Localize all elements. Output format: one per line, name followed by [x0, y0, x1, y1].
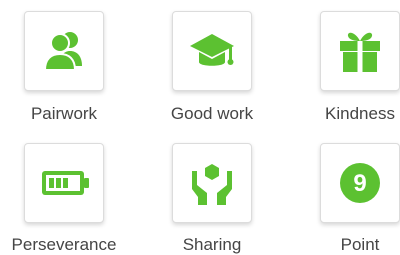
- skill-label-kindness: Kindness: [325, 104, 395, 123]
- skill-tile-sharing[interactable]: [172, 143, 252, 223]
- feedback-skills-grid: Pairwork Good work Kindness Perseverance…: [0, 0, 400, 254]
- skill-label-perseverance: Perseverance: [11, 235, 117, 254]
- hands-hexagon-icon: [192, 164, 232, 205]
- skill-tile-pairwork[interactable]: [24, 11, 104, 91]
- skill-tile-kindness[interactable]: [320, 11, 400, 91]
- skill-label-pairwork: Pairwork: [30, 104, 98, 123]
- point-number-icon: 9: [340, 163, 380, 203]
- skill-label-point: Point: [340, 235, 380, 254]
- skill-label-sharing: Sharing: [182, 235, 242, 254]
- gift-icon: [340, 32, 380, 72]
- battery-icon: [42, 171, 89, 195]
- pair-users-icon: [43, 32, 82, 71]
- skill-tile-perseverance[interactable]: [24, 143, 104, 223]
- skill-label-good-work: Good work: [170, 104, 254, 123]
- point-value: 9: [353, 170, 366, 197]
- graduation-cap-icon: [190, 34, 234, 66]
- skill-tile-point[interactable]: 9: [320, 143, 400, 223]
- skill-tile-good-work[interactable]: [172, 11, 252, 91]
